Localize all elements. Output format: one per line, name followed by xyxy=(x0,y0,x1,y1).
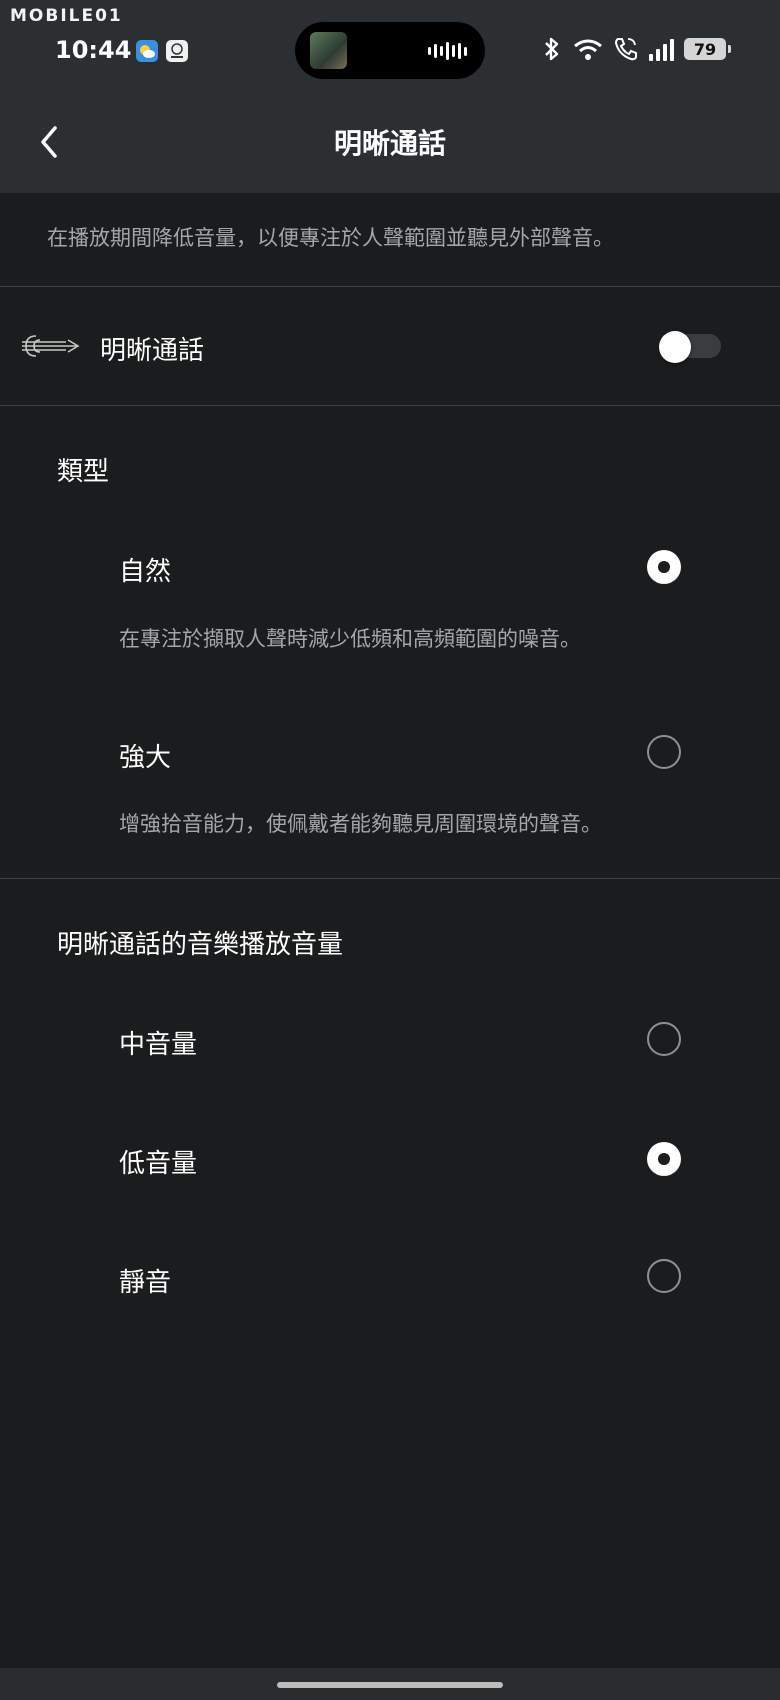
watermark-logo: MOBILE01 xyxy=(10,6,123,26)
battery-icon: 79 xyxy=(684,38,731,60)
radio-strong[interactable] xyxy=(647,735,681,769)
radio-medium-volume[interactable] xyxy=(647,1022,681,1056)
conversation-clarity-icon xyxy=(22,335,80,357)
wifi-icon xyxy=(574,39,602,60)
divider xyxy=(0,405,780,406)
radio-mute[interactable] xyxy=(647,1259,681,1293)
option-label: 強大 xyxy=(119,743,172,773)
divider xyxy=(0,878,780,879)
type-section-title: 類型 xyxy=(57,457,110,487)
toggle-knob xyxy=(659,331,691,363)
option-description: 在專注於擷取人聲時減少低頻和高頻範圍的噪音。 xyxy=(119,627,581,651)
volume-section-title: 明晰通話的音樂播放音量 xyxy=(57,930,344,960)
home-gesture-handle[interactable] xyxy=(277,1682,503,1688)
clarity-toggle-switch[interactable] xyxy=(659,331,721,363)
audio-wave-icon xyxy=(428,41,467,61)
bluetooth-icon xyxy=(545,37,559,61)
app-header: 明晰通話 xyxy=(0,90,780,193)
navigation-bar xyxy=(0,1668,780,1700)
option-label: 中音量 xyxy=(119,1030,198,1060)
weather-app-icon xyxy=(136,40,158,62)
dynamic-island[interactable] xyxy=(295,22,485,79)
status-time: 10:44 xyxy=(55,36,132,64)
page-description: 在播放期間降低音量，以便專注於人聲範圍並聽見外部聲音。 xyxy=(47,226,614,250)
option-description: 增強拾音能力，使佩戴者能夠聽見周圍環境的聲音。 xyxy=(119,812,602,836)
status-icons: 79 xyxy=(541,36,731,62)
album-art-thumbnail[interactable] xyxy=(310,32,347,69)
audio-app-icon xyxy=(166,40,188,62)
page-title: 明晰通話 xyxy=(333,127,446,160)
option-label: 低音量 xyxy=(119,1149,198,1179)
clarity-toggle-row[interactable]: 明晰通話 xyxy=(0,287,780,405)
option-label: 靜音 xyxy=(119,1268,172,1298)
option-label: 自然 xyxy=(119,557,172,587)
radio-low-volume[interactable] xyxy=(647,1142,681,1176)
signal-icon xyxy=(649,37,674,61)
wifi-call-icon xyxy=(614,38,637,61)
clarity-toggle-label: 明晰通話 xyxy=(100,336,205,366)
radio-natural[interactable] xyxy=(647,550,681,584)
